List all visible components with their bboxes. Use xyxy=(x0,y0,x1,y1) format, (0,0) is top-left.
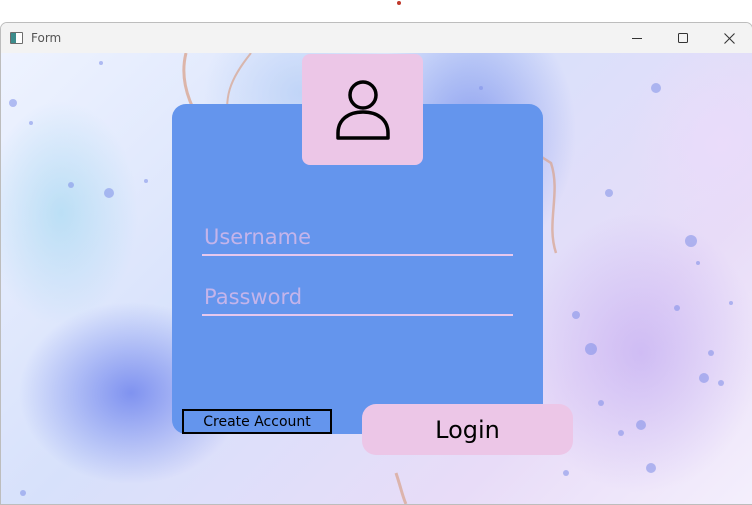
password-field xyxy=(202,280,513,316)
username-field xyxy=(202,220,513,256)
minimize-icon xyxy=(631,37,642,39)
form-window-icon xyxy=(10,32,23,44)
close-button[interactable] xyxy=(706,23,752,53)
title-bar: Form xyxy=(1,23,752,53)
maximize-icon xyxy=(677,32,688,43)
create-account-button[interactable]: Create Account xyxy=(182,409,332,434)
form-window: Form Username Create Account Login xyxy=(0,22,752,505)
window-title: Form xyxy=(31,31,62,45)
user-icon xyxy=(335,79,390,140)
close-icon xyxy=(723,32,735,44)
login-button[interactable]: Login xyxy=(362,404,573,455)
avatar xyxy=(302,54,423,165)
minimize-button[interactable] xyxy=(614,23,660,53)
username-input[interactable] xyxy=(202,220,513,254)
screen-marker-dot xyxy=(397,1,401,5)
password-input[interactable] xyxy=(202,280,513,314)
maximize-button[interactable] xyxy=(660,23,706,53)
